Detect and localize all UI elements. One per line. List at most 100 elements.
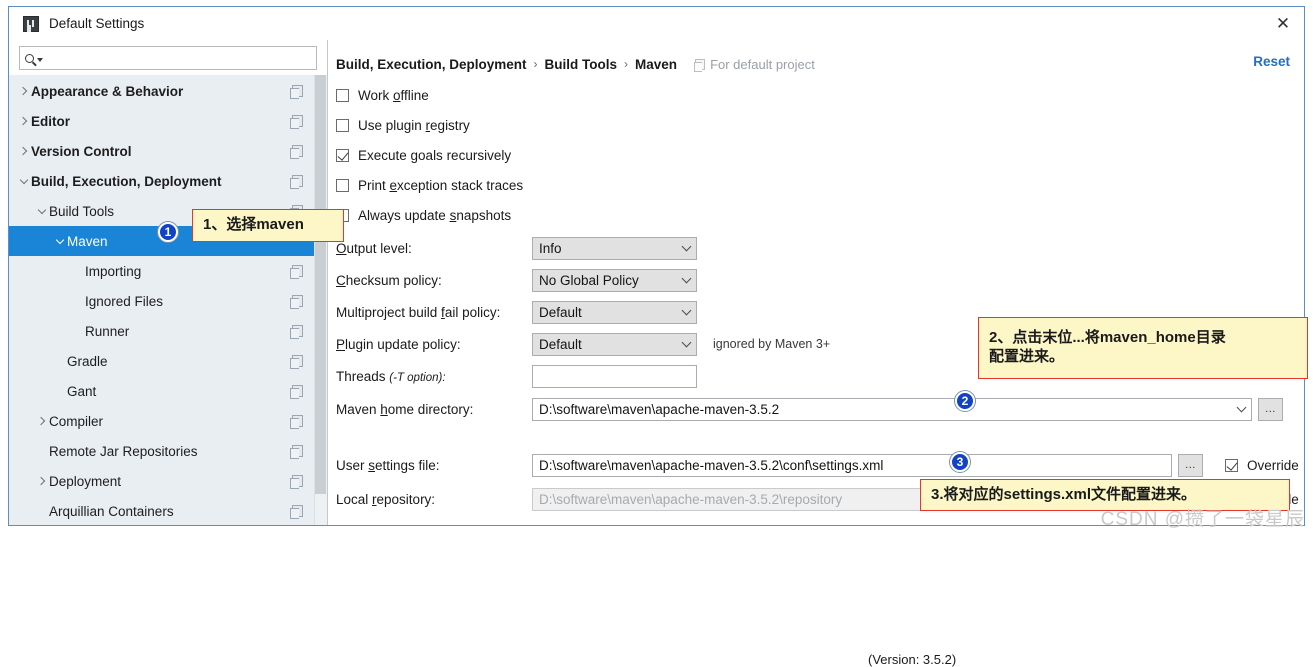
search-box[interactable] (19, 46, 317, 70)
copy-icon[interactable] (290, 475, 303, 489)
plugin-policy-value: Default (539, 336, 582, 352)
sidebar-item-compiler[interactable]: Compiler (9, 406, 327, 436)
chevron-down-icon[interactable] (53, 235, 67, 244)
threads-suffix: (-T option): (389, 371, 446, 384)
breadcrumb-separator: › (624, 57, 629, 71)
checkbox-execute-goals-recursively[interactable] (336, 148, 349, 162)
breadcrumb-item-0[interactable]: Build, Execution, Deployment (336, 57, 527, 72)
breadcrumb-item-2[interactable]: Maven (635, 57, 677, 72)
chevron-right-icon[interactable] (17, 146, 31, 156)
fail-policy-select[interactable]: Default (532, 300, 697, 324)
sidebar-item-label: Gradle (67, 353, 108, 369)
checkbox-label-execute-goals-recursively: Execute goals recursively (358, 147, 512, 163)
title-bar: Default Settings ✕ (9, 7, 1304, 40)
copy-icon[interactable] (290, 505, 303, 519)
close-icon[interactable]: ✕ (1268, 10, 1298, 36)
sidebar-item-gradle[interactable]: Gradle (9, 346, 327, 376)
sidebar-item-label: Arquillian Containers (49, 503, 174, 519)
maven-home-browse-button[interactable]: ... (1258, 397, 1283, 421)
sidebar-item-gant[interactable]: Gant (9, 376, 327, 406)
settings-tree[interactable]: Appearance & Behavior Editor Version Contr… (9, 75, 327, 525)
sidebar-item-label: Version Control (31, 143, 132, 159)
chevron-down-icon[interactable] (35, 205, 49, 214)
sidebar-item-label: Deployment (49, 473, 122, 489)
user-settings-override-checkbox[interactable] (1225, 458, 1238, 472)
copy-icon (694, 58, 706, 72)
chevron-down-icon (681, 241, 692, 251)
checkbox-label-always-update-snapshots: Always update snapshots (358, 207, 512, 223)
step-badge-3: 3 (950, 452, 970, 472)
checkbox-group: Work offline Use plugin registry Execute g… (328, 80, 1304, 230)
sidebar-item-label: Build, Execution, Deployment (31, 173, 222, 189)
chevron-down-icon[interactable] (1236, 402, 1247, 412)
checkbox-row-execute-goals-recursively[interactable]: Execute goals recursively (328, 140, 1304, 170)
copy-icon[interactable] (290, 175, 303, 189)
sidebar-item-editor[interactable]: Editor (9, 106, 327, 136)
chevron-right-icon[interactable] (35, 416, 49, 426)
output-level-value: Info (539, 240, 562, 256)
sidebar-item-build-execution-deployment[interactable]: Build, Execution, Deployment (9, 166, 327, 196)
step-badge-1: 1 (158, 222, 178, 242)
chevron-down-icon[interactable] (17, 175, 31, 184)
checkbox-row-work-offline[interactable]: Work offline (328, 80, 1304, 110)
maven-home-label: Maven home directory: (336, 401, 474, 417)
checkbox-label-print-exception-stack-traces: Print exception stack traces (358, 177, 524, 193)
sidebar-item-version-control[interactable]: Version Control (9, 136, 327, 166)
copy-icon[interactable] (290, 295, 303, 309)
checksum-policy-select[interactable]: No Global Policy (532, 268, 697, 292)
field-row-user-settings: User settings file: D:\software\maven\ap… (328, 448, 1304, 482)
callout-step-2-line2: 配置进来。 (989, 348, 1065, 365)
fail-policy-label: Multiproject build fail policy: (336, 304, 501, 320)
copy-icon[interactable] (290, 85, 303, 99)
threads-input[interactable] (532, 364, 697, 388)
copy-icon[interactable] (290, 265, 303, 279)
window-title: Default Settings (49, 16, 145, 31)
chevron-right-icon[interactable] (35, 476, 49, 486)
plugin-policy-select[interactable]: Default (532, 332, 697, 356)
checkbox-row-always-update-snapshots[interactable]: Always update snapshots (328, 200, 1304, 230)
sidebar-item-runner[interactable]: Runner (9, 316, 327, 346)
output-level-label: Output level: (336, 240, 412, 256)
maven-home-input[interactable]: D:\software\maven\apache-maven-3.5.2 (532, 397, 1252, 421)
scope-note: For default project (694, 57, 815, 72)
copy-icon[interactable] (290, 145, 303, 159)
breadcrumb: Build, Execution, Deployment › Build Too… (328, 40, 1304, 76)
local-repo-value: D:\software\maven\apache-maven-3.5.2\rep… (539, 491, 843, 507)
checkbox-use-plugin-registry[interactable] (336, 118, 349, 132)
sidebar-item-appearance-behavior[interactable]: Appearance & Behavior (9, 76, 327, 106)
checkbox-row-use-plugin-registry[interactable]: Use plugin registry (328, 110, 1304, 140)
sidebar-item-label: Build Tools (49, 203, 115, 219)
copy-icon[interactable] (290, 355, 303, 369)
checkbox-work-offline[interactable] (336, 88, 349, 102)
breadcrumb-item-1[interactable]: Build Tools (545, 57, 618, 72)
chevron-right-icon[interactable] (17, 86, 31, 96)
sidebar-scrollbar-thumb[interactable] (315, 75, 326, 494)
copy-icon[interactable] (290, 445, 303, 459)
user-settings-value: D:\software\maven\apache-maven-3.5.2\con… (539, 457, 884, 473)
sidebar-item-remote-jar-repositories[interactable]: Remote Jar Repositories (9, 436, 327, 466)
maven-version-label: (Version: 3.5.2) (868, 652, 957, 667)
plugin-policy-note: ignored by Maven 3+ (713, 337, 831, 351)
output-level-select[interactable]: Info (532, 236, 697, 260)
user-settings-browse-button[interactable]: ... (1178, 453, 1203, 477)
breadcrumb-separator: › (533, 57, 538, 71)
sidebar-scrollbar[interactable] (314, 75, 327, 525)
search-input[interactable] (43, 48, 316, 68)
sidebar-item-importing[interactable]: Importing (9, 256, 327, 286)
copy-icon[interactable] (290, 415, 303, 429)
copy-icon[interactable] (290, 325, 303, 339)
sidebar-item-deployment[interactable]: Deployment (9, 466, 327, 496)
sidebar-item-label: Editor (31, 113, 70, 129)
reset-link[interactable]: Reset (1253, 54, 1290, 69)
sidebar-item-ignored-files[interactable]: Ignored Files (9, 286, 327, 316)
checkbox-row-print-exception-stack-traces[interactable]: Print exception stack traces (328, 170, 1304, 200)
search-icon (25, 53, 34, 63)
user-settings-input[interactable]: D:\software\maven\apache-maven-3.5.2\con… (532, 453, 1172, 477)
sidebar-item-arquillian-containers[interactable]: Arquillian Containers (9, 496, 327, 525)
copy-icon[interactable] (290, 385, 303, 399)
copy-icon[interactable] (290, 115, 303, 129)
chevron-right-icon[interactable] (17, 116, 31, 126)
checkbox-print-exception-stack-traces[interactable] (336, 178, 349, 192)
chevron-down-icon (681, 273, 692, 283)
search-container (9, 40, 327, 75)
